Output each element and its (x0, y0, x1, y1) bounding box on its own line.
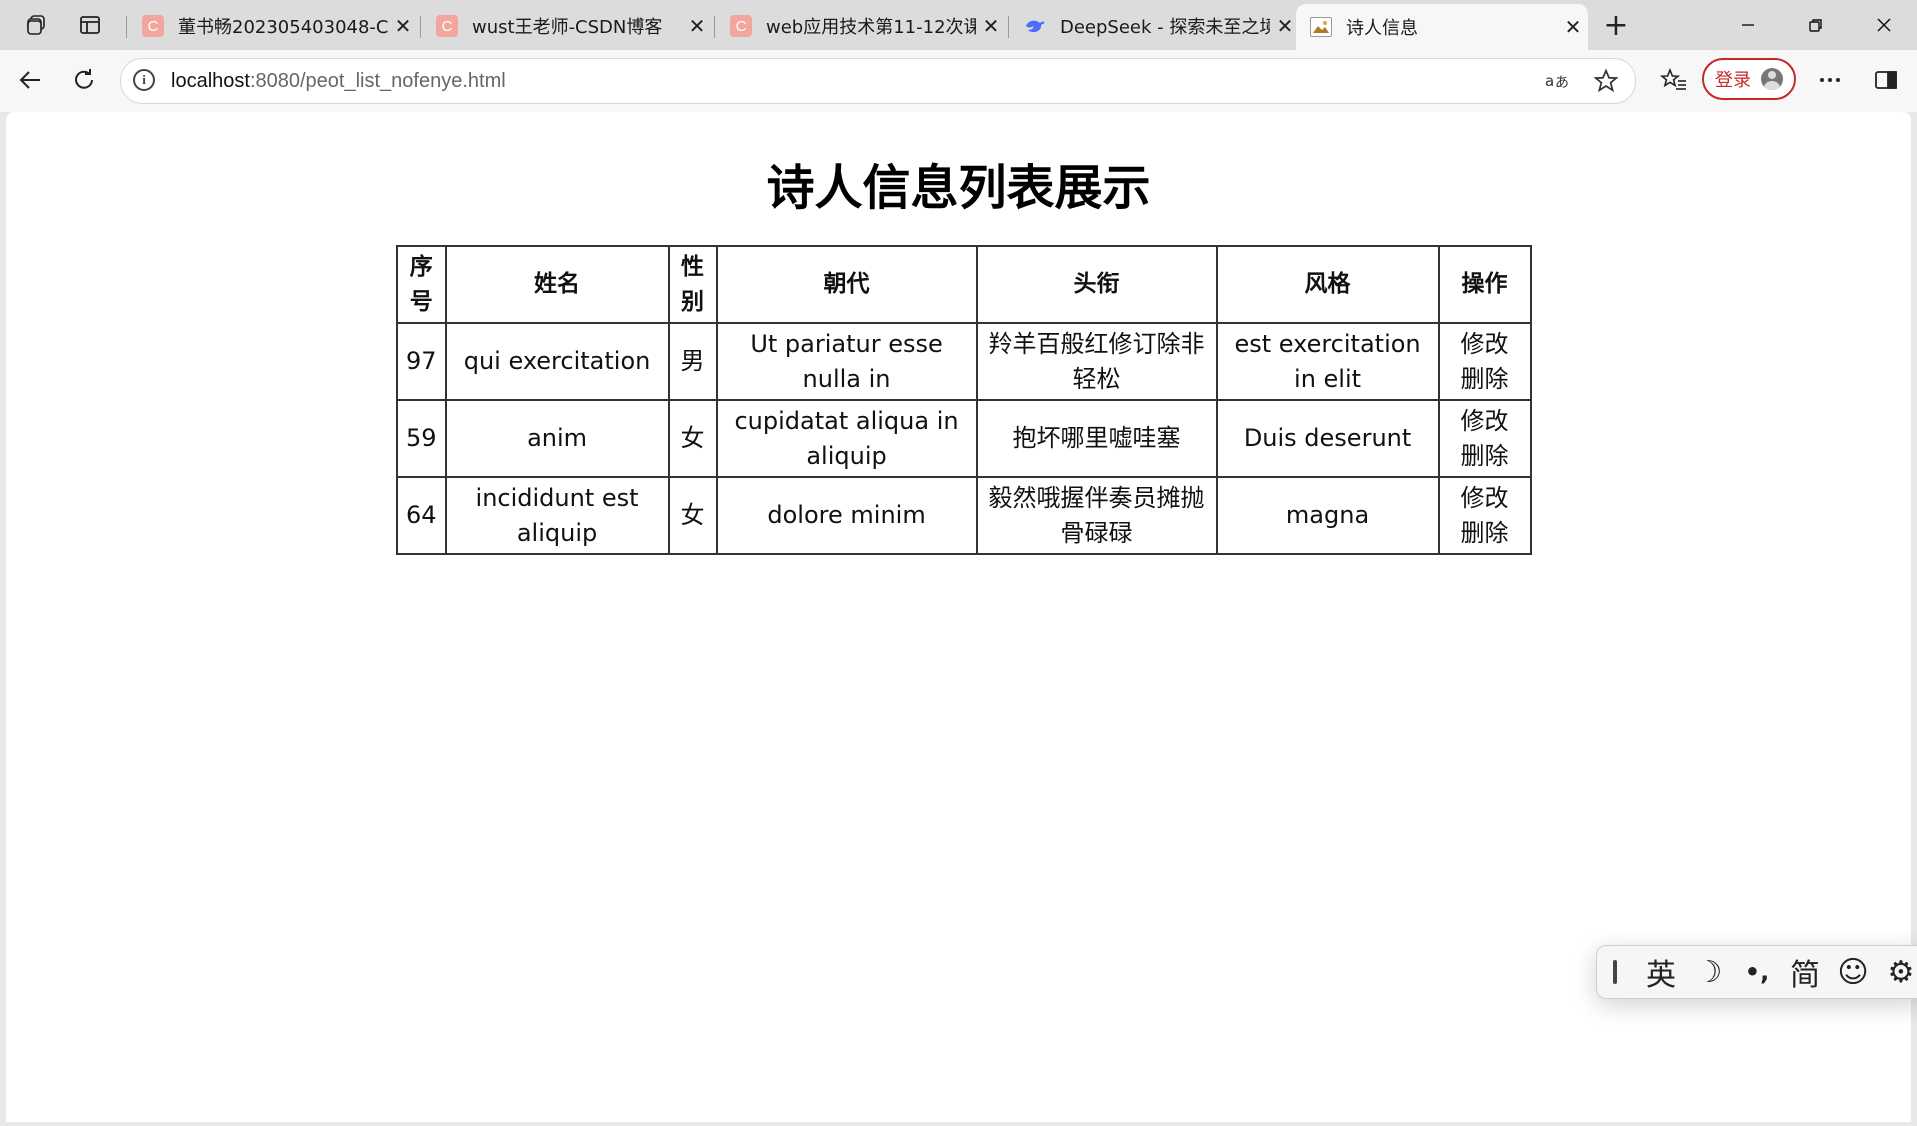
read-aloud-icon[interactable]: aあ (1543, 67, 1573, 95)
tab-csdn-3[interactable]: C web应用技术第11-12次课 ✕ (714, 4, 1006, 48)
restore-icon[interactable] (1782, 0, 1850, 50)
url-host: localhost (171, 70, 250, 92)
tab-title: wust王老师-CSDN博客 (472, 17, 663, 38)
cell-id: 97 (396, 322, 447, 401)
tab-actions-icon[interactable] (70, 6, 110, 44)
poet-table: 序号 姓名 性别 朝代 头衔 风格 操作 97 qui exercitation… (396, 245, 1532, 555)
sidebar-toggle-icon[interactable] (1866, 60, 1906, 100)
csdn-favicon-icon: C (730, 15, 752, 37)
close-tab-icon[interactable]: ✕ (976, 14, 1006, 38)
deepseek-whale-icon (1024, 15, 1046, 37)
workspaces-icon[interactable] (16, 6, 56, 44)
cell-id: 59 (396, 399, 447, 478)
table-row: 97 qui exercitation 男 Ut pariatur esse n… (396, 322, 1532, 401)
delete-link[interactable]: 删除 (1461, 442, 1509, 470)
cell-style: est exercitation in elit (1215, 322, 1440, 401)
tab-strip: C 董书畅202305403048-CSDN博客 ✕ C wust王老师-CSD… (0, 0, 1917, 50)
minimize-icon[interactable] (1714, 0, 1782, 50)
url-path: :8080/peot_list_nofenye.html (249, 70, 506, 92)
moon-icon[interactable]: ☽ (1685, 955, 1733, 990)
cell-actions: 修改 删除 (1437, 476, 1532, 555)
cell-gender: 女 (667, 399, 718, 478)
reload-icon[interactable] (64, 60, 104, 100)
close-window-icon[interactable] (1850, 0, 1917, 50)
header-gender: 性别 (667, 245, 718, 324)
cell-title: 抱坏哪里嘘哇塞 (975, 399, 1218, 478)
cell-id: 64 (396, 476, 447, 555)
header-style: 风格 (1215, 245, 1440, 324)
cell-name: incididunt est aliquip (444, 476, 670, 555)
browser-toolbar: i localhost:8080/peot_list_nofenye.html … (0, 50, 1917, 112)
address-bar[interactable]: i localhost:8080/peot_list_nofenye.html … (120, 58, 1636, 104)
emoji-icon[interactable]: ☺ (1829, 955, 1877, 990)
csdn-favicon-icon: C (142, 15, 164, 37)
cell-actions: 修改 删除 (1437, 322, 1532, 401)
header-actions: 操作 (1437, 245, 1532, 324)
tab-poet-info[interactable]: 诗人信息 ✕ (1296, 4, 1588, 50)
cell-gender: 男 (667, 322, 718, 401)
cell-title: 羚羊百般红修订除非轻松 (975, 322, 1218, 401)
cell-dynasty: dolore minim (715, 476, 978, 555)
header-dynasty: 朝代 (715, 245, 978, 324)
cell-dynasty: Ut pariatur esse nulla in (715, 322, 978, 401)
back-arrow-icon[interactable] (10, 60, 50, 100)
simplified-toggle[interactable]: 简 (1781, 950, 1829, 994)
site-info-icon[interactable]: i (133, 69, 155, 91)
header-title: 头衔 (975, 245, 1218, 324)
csdn-favicon-icon: C (436, 15, 458, 37)
delete-link[interactable]: 删除 (1461, 365, 1509, 393)
tab-title: 董书畅202305403048-CSDN博客 (178, 17, 388, 38)
cell-style: magna (1215, 476, 1440, 555)
ime-drag-handle[interactable] (1613, 960, 1617, 984)
image-favicon-icon (1310, 17, 1332, 37)
table-row: 59 anim 女 cupidatat aliqua in aliquip 抱坏… (396, 399, 1532, 478)
new-tab-button[interactable]: + (1596, 6, 1636, 44)
edit-link[interactable]: 修改 (1461, 407, 1509, 435)
table-header-row: 序号 姓名 性别 朝代 头衔 风格 操作 (396, 245, 1532, 324)
header-name: 姓名 (444, 245, 670, 324)
cell-dynasty: cupidatat aliqua in aliquip (715, 399, 978, 478)
cell-gender: 女 (667, 476, 718, 555)
tab-csdn-1[interactable]: C 董书畅202305403048-CSDN博客 ✕ (126, 4, 418, 48)
cell-actions: 修改 删除 (1437, 399, 1532, 478)
table-row: 64 incididunt est aliquip 女 dolore minim… (396, 476, 1532, 555)
favorites-icon[interactable] (1654, 60, 1694, 100)
tab-title: web应用技术第11-12次课 (766, 17, 976, 38)
edit-link[interactable]: 修改 (1461, 330, 1509, 358)
cell-name: anim (444, 399, 670, 478)
favorite-star-icon[interactable] (1591, 67, 1621, 95)
login-label: 登录 (1715, 70, 1751, 91)
svg-text:a: a (1545, 72, 1554, 90)
cell-name: qui exercitation (444, 322, 670, 401)
url-text: localhost:8080/peot_list_nofenye.html (171, 70, 506, 93)
close-tab-icon[interactable]: ✕ (682, 14, 712, 38)
login-button[interactable]: 登录 (1702, 58, 1796, 100)
ime-toolbar: 英 ☽ •, 简 ☺ ⚙ (1596, 945, 1917, 999)
tab-deepseek[interactable]: DeepSeek - 探索未至之境 ✕ (1008, 4, 1300, 48)
edit-link[interactable]: 修改 (1461, 484, 1509, 512)
tab-csdn-2[interactable]: C wust王老师-CSDN博客 ✕ (420, 4, 712, 48)
svg-text:あ: あ (1555, 75, 1569, 91)
page-title: 诗人信息列表展示 (766, 160, 1151, 216)
cell-title: 毅然哦握伴奏员摊抛骨碌碌 (975, 476, 1218, 555)
header-id: 序号 (396, 245, 447, 324)
tab-title: 诗人信息 (1346, 18, 1418, 39)
settings-gear-icon[interactable]: ⚙ (1877, 955, 1917, 990)
avatar-icon (1761, 68, 1783, 90)
tab-title: DeepSeek - 探索未至之境 (1060, 17, 1270, 38)
ime-language-toggle[interactable]: 英 (1637, 950, 1685, 994)
close-tab-icon[interactable]: ✕ (1558, 15, 1588, 39)
close-tab-icon[interactable]: ✕ (388, 14, 418, 38)
punctuation-toggle[interactable]: •, (1733, 958, 1781, 986)
more-options-icon[interactable] (1810, 60, 1850, 100)
delete-link[interactable]: 删除 (1461, 519, 1509, 547)
cell-style: Duis deserunt (1215, 399, 1440, 478)
